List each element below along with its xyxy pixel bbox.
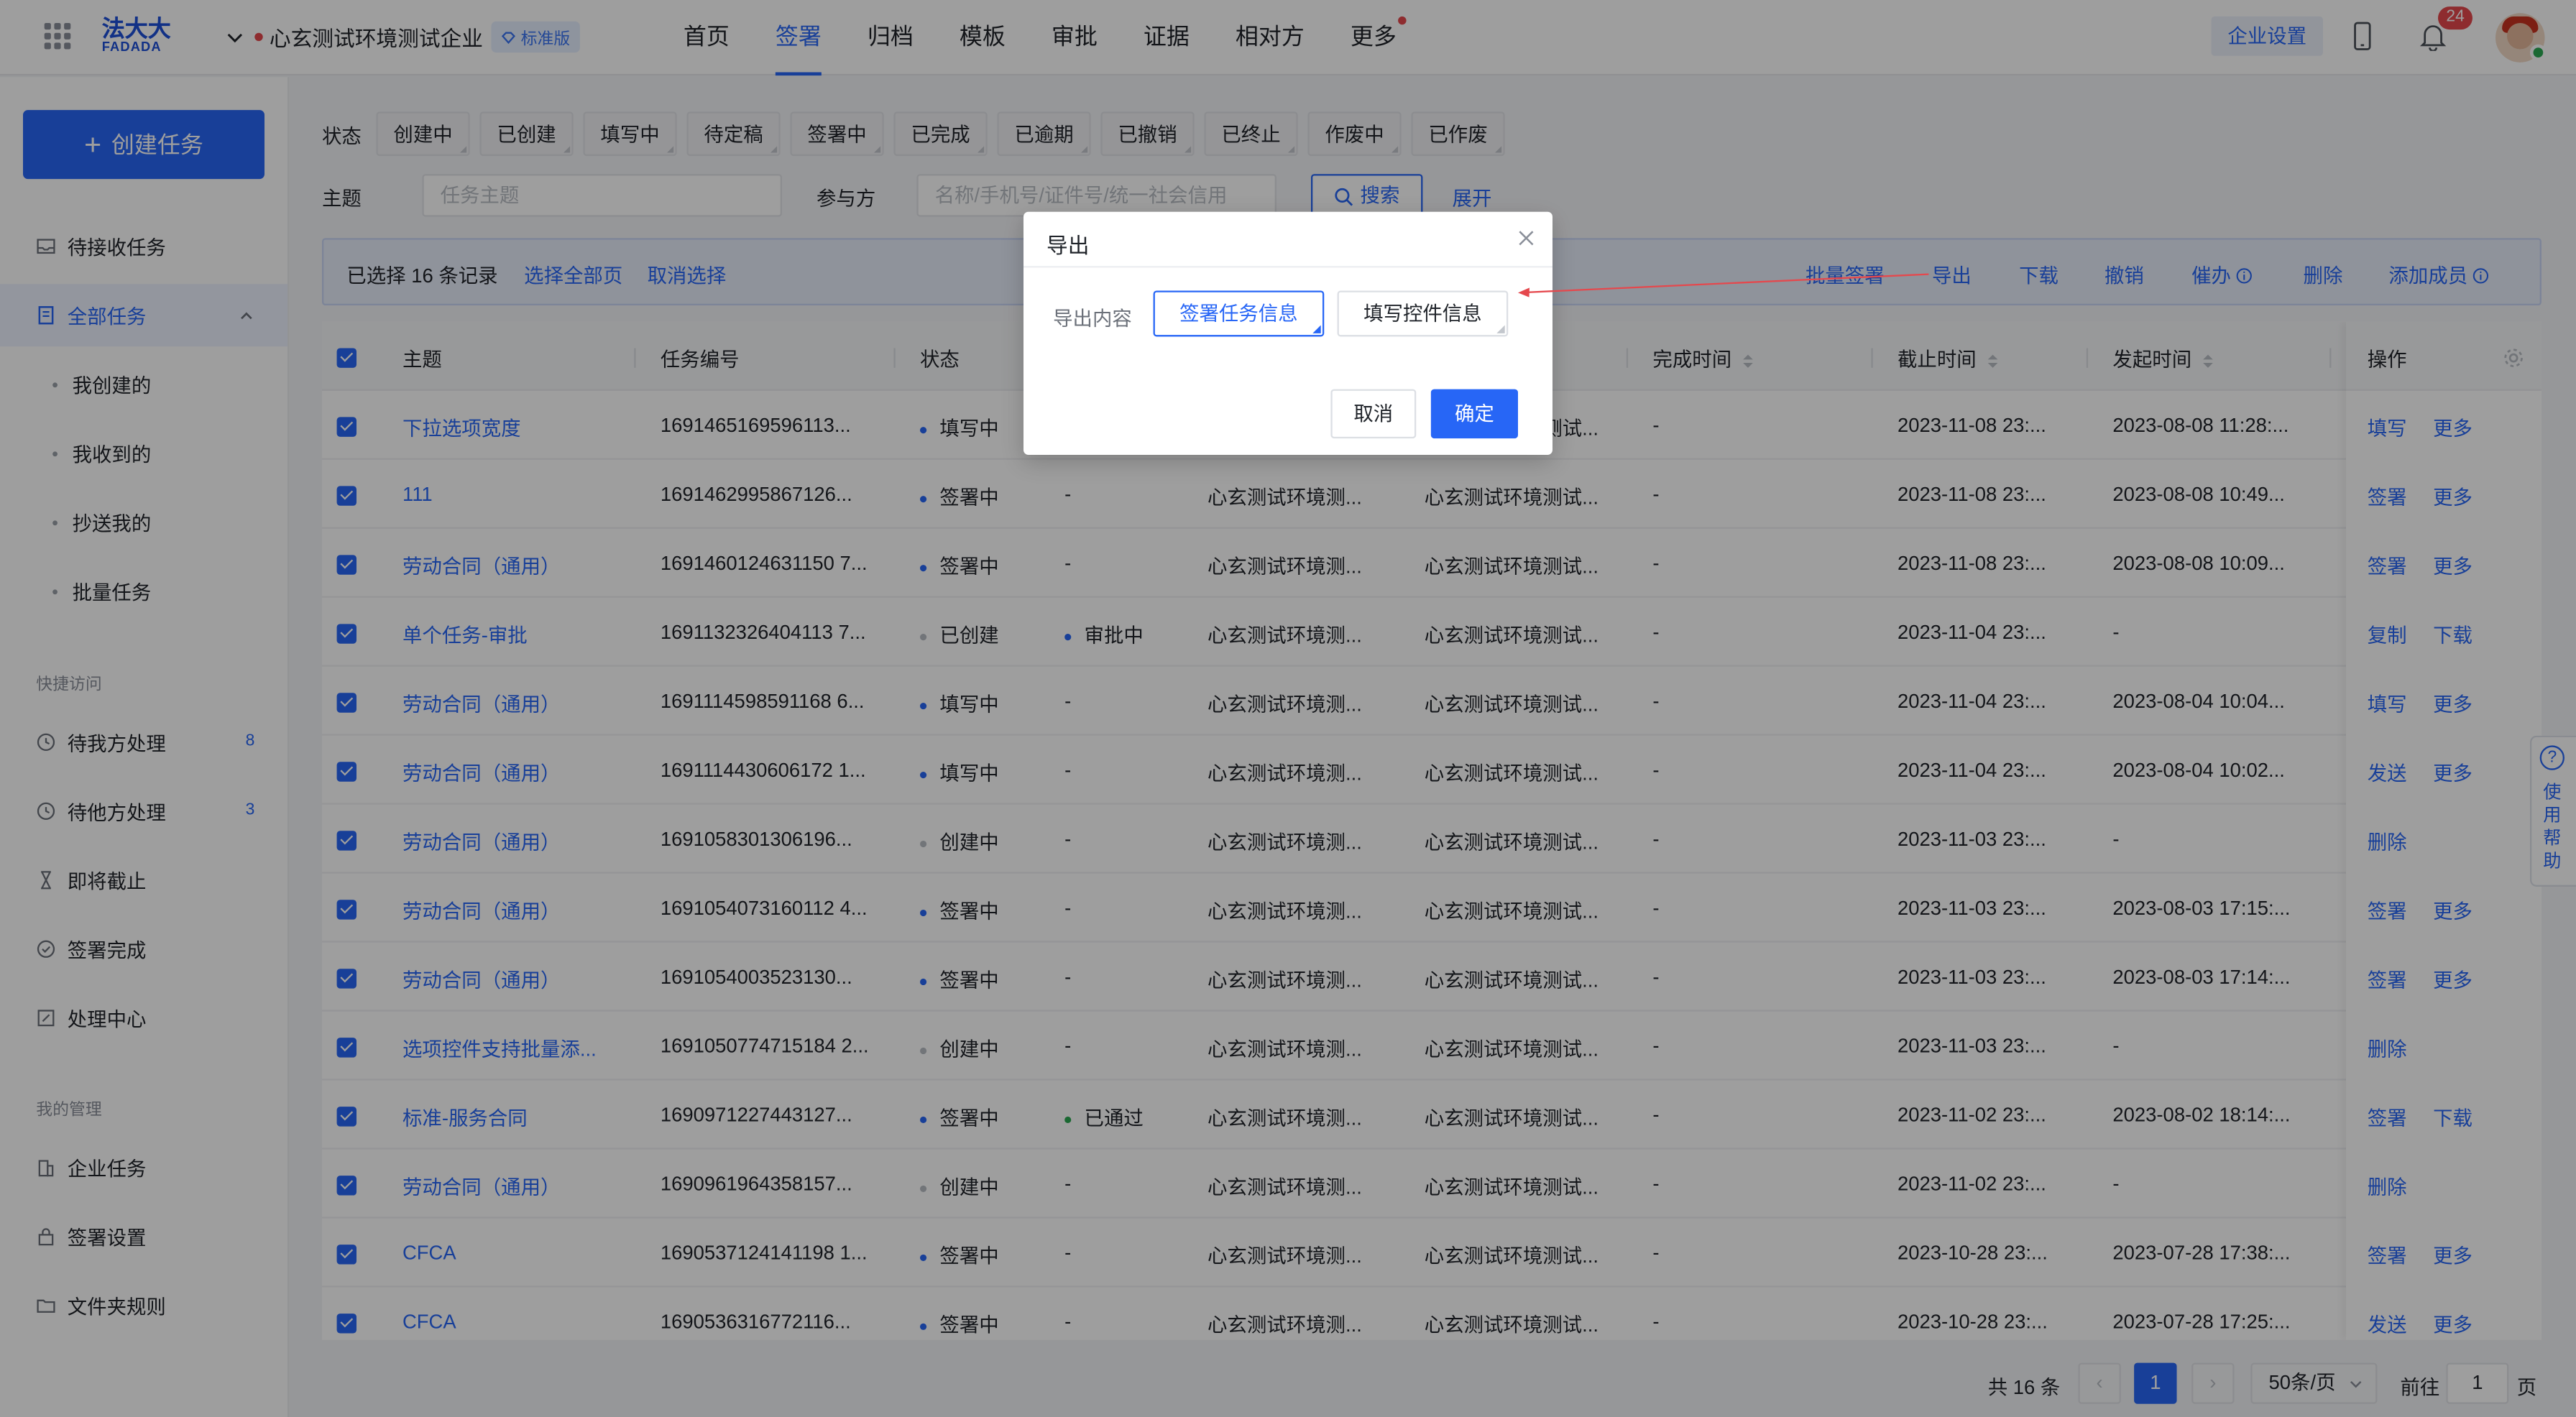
confirm-button[interactable]: 确定 [1430, 389, 1518, 439]
export-dialog-title: 导出 [1046, 233, 1090, 258]
export-dialog-header: 导出 [1023, 212, 1552, 268]
export-option-sign-task-info[interactable]: 签署任务信息 [1153, 290, 1325, 337]
close-icon[interactable] [1517, 229, 1536, 248]
export-option-fill-control-info[interactable]: 填写控件信息 [1337, 290, 1509, 337]
export-dialog: 导出 导出内容 签署任务信息 填写控件信息 取消 确定 [1023, 211, 1552, 455]
export-content-label: 导出内容 [1053, 307, 1132, 331]
cancel-button[interactable]: 取消 [1330, 389, 1417, 439]
